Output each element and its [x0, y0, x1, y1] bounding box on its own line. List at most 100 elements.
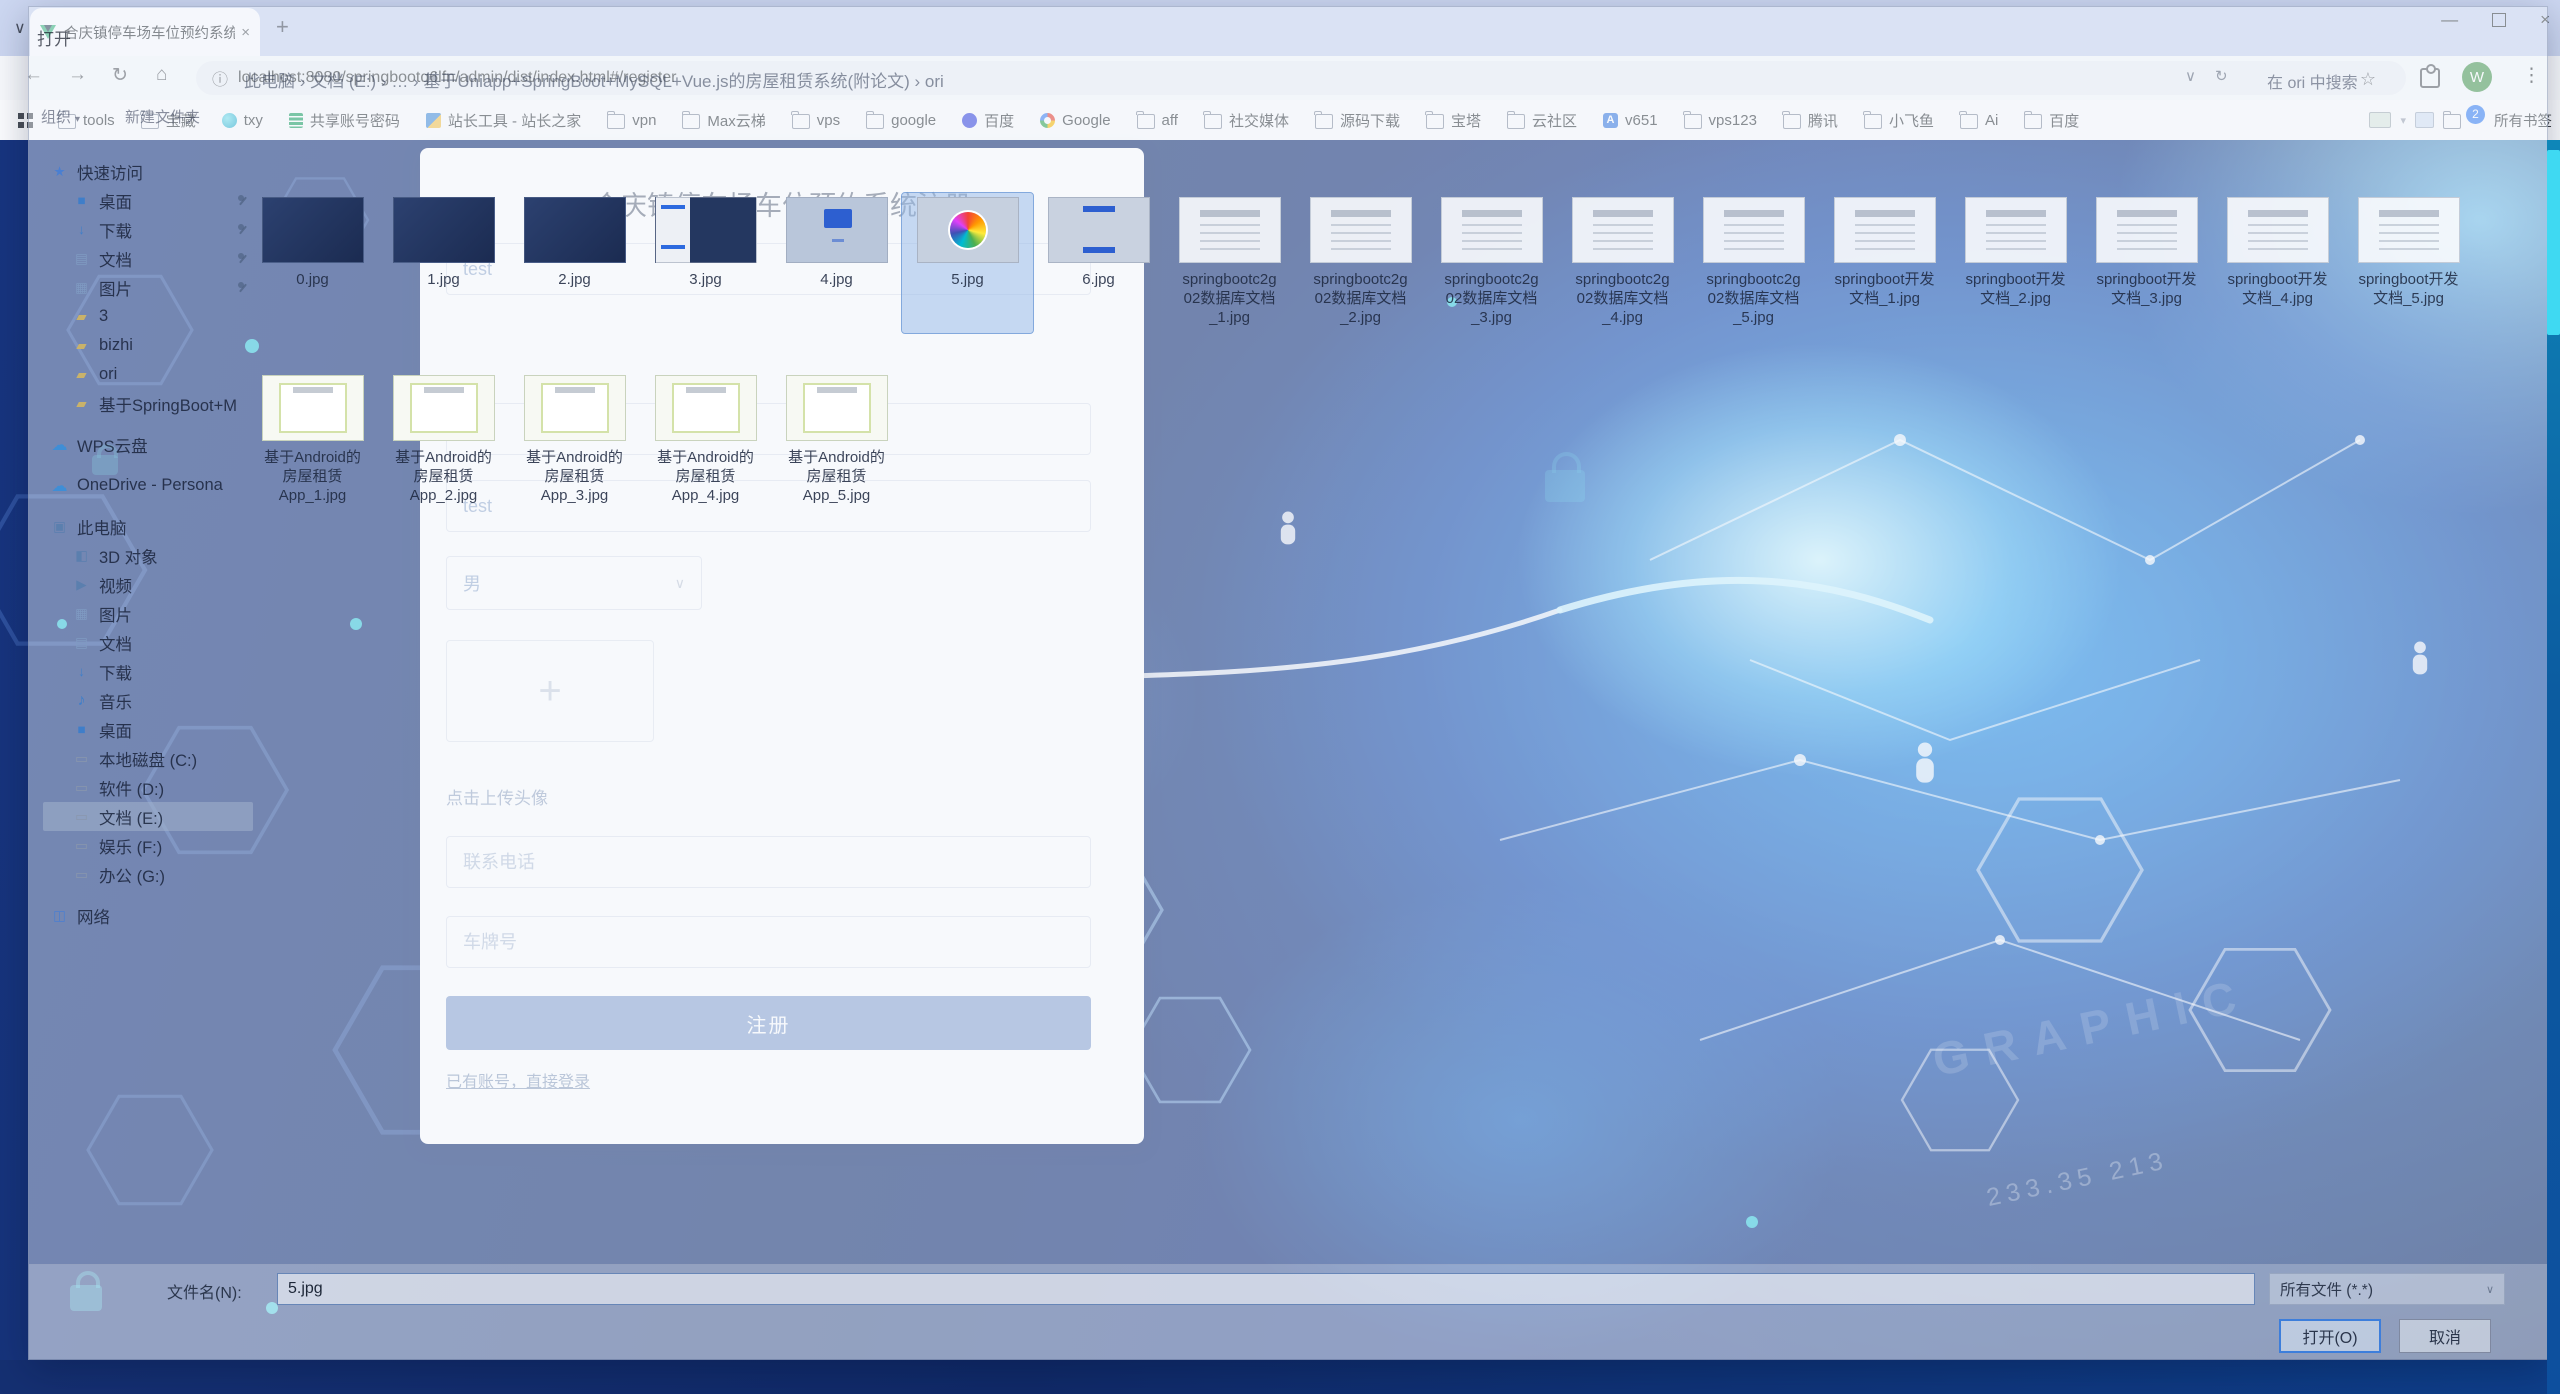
file-thumbnail	[655, 375, 757, 441]
sidebar-item[interactable]: 3D 对象	[43, 541, 253, 570]
file-item[interactable]: 5.jpg	[902, 193, 1033, 333]
new-folder-button[interactable]: 新建文件夹	[125, 106, 200, 127]
sidebar-item-label: 音乐	[99, 689, 132, 713]
file-item[interactable]: springboot开发 文档_2.jpg	[1950, 193, 2081, 333]
sidebar-item[interactable]: 网络	[43, 901, 253, 930]
file-item[interactable]: 基于Android的 房屋租赁 App_3.jpg	[509, 371, 640, 511]
file-name: 6.jpg	[1033, 270, 1164, 289]
sidebar-item[interactable]: 下载	[43, 657, 253, 686]
file-item[interactable]: springboot开发 文档_1.jpg	[1819, 193, 1950, 333]
sidebar-item-icon	[71, 396, 92, 412]
sidebar-item[interactable]: 基于SpringBoot+M	[43, 389, 253, 418]
dialog-search-box[interactable]: 在 ori 中搜索	[2267, 69, 2358, 93]
file-name: springboot开发 文档_3.jpg	[2081, 270, 2212, 308]
file-name: springboot开发 文档_1.jpg	[1819, 270, 1950, 308]
filename-label: 文件名(N):	[167, 1279, 242, 1303]
file-item[interactable]: 4.jpg	[771, 193, 902, 333]
file-item[interactable]: 基于Android的 房屋租赁 App_1.jpg	[247, 371, 378, 511]
file-item[interactable]: 基于Android的 房屋租赁 App_5.jpg	[771, 371, 902, 511]
file-name: 0.jpg	[247, 270, 378, 289]
file-thumbnail	[262, 197, 364, 263]
filetype-value: 所有文件 (*.*)	[2280, 1278, 2373, 1300]
sidebar-item-icon	[49, 476, 70, 496]
open-button[interactable]: 打开(O)	[2279, 1319, 2381, 1353]
sidebar-item[interactable]: 本地磁盘 (C:)	[43, 744, 253, 773]
file-thumbnail	[917, 197, 1019, 263]
file-item[interactable]: 1.jpg	[378, 193, 509, 333]
sidebar-item[interactable]: 文档 (E:)	[43, 802, 253, 831]
file-item[interactable]: 2.jpg	[509, 193, 640, 333]
sidebar-item-icon	[71, 309, 92, 325]
sidebar-item[interactable]: 3	[43, 302, 253, 331]
sidebar-item[interactable]: 图片	[43, 599, 253, 628]
sidebar-item-icon	[71, 809, 92, 825]
file-name: springbootc2g 02数据库文档 _2.jpg	[1295, 270, 1426, 327]
sidebar-item-icon	[49, 519, 70, 535]
sidebar-item[interactable]: OneDrive - Persona	[43, 471, 253, 500]
sidebar-item-label: 快速访问	[77, 160, 143, 184]
file-name: 2.jpg	[509, 270, 640, 289]
sidebar-item[interactable]: 文档	[43, 628, 253, 657]
sidebar-item-icon	[49, 908, 70, 924]
file-item[interactable]: springboot开发 文档_4.jpg	[2212, 193, 2343, 333]
file-name: 基于Android的 房屋租赁 App_4.jpg	[640, 448, 771, 505]
file-item[interactable]: 0.jpg	[247, 193, 378, 333]
sidebar-item-icon	[71, 577, 92, 593]
file-item[interactable]: springboot开发 文档_3.jpg	[2081, 193, 2212, 333]
file-item[interactable]: springbootc2g 02数据库文档 _2.jpg	[1295, 193, 1426, 333]
sidebar-item[interactable]: 桌面	[43, 715, 253, 744]
file-item[interactable]: springbootc2g 02数据库文档 _3.jpg	[1426, 193, 1557, 333]
sidebar-item[interactable]: 娱乐 (F:)	[43, 831, 253, 860]
scrollbar-thumb[interactable]	[2547, 150, 2560, 335]
file-thumbnail	[2358, 197, 2460, 263]
sidebar-item[interactable]: 快速访问	[43, 157, 253, 186]
file-item[interactable]: springbootc2g 02数据库文档 _1.jpg	[1164, 193, 1295, 333]
dialog-title: 打开	[37, 25, 71, 50]
sidebar-item-icon	[71, 338, 92, 354]
file-name: springboot开发 文档_4.jpg	[2212, 270, 2343, 308]
file-name: 5.jpg	[902, 270, 1033, 289]
sidebar-item[interactable]: WPS云盘	[43, 430, 253, 459]
sidebar-item[interactable]: 音乐	[43, 686, 253, 715]
sidebar-item[interactable]: 办公 (G:)	[43, 860, 253, 889]
sidebar-item[interactable]: 文档	[43, 244, 253, 273]
file-item[interactable]: springbootc2g 02数据库文档 _5.jpg	[1688, 193, 1819, 333]
file-thumbnail	[393, 375, 495, 441]
breadcrumb[interactable]: 此电脑 › 文档 (E:) › … › 基于Uniapp+SpringBoot+…	[244, 67, 944, 92]
file-thumbnail	[1572, 197, 1674, 263]
sidebar-item-label: 办公 (G:)	[99, 863, 165, 887]
file-item[interactable]: 3.jpg	[640, 193, 771, 333]
sidebar-item[interactable]: 视频	[43, 570, 253, 599]
file-thumbnail	[262, 375, 364, 441]
cancel-button[interactable]: 取消	[2399, 1319, 2491, 1353]
sidebar-item-icon	[71, 751, 92, 767]
file-item[interactable]: 基于Android的 房屋租赁 App_2.jpg	[378, 371, 509, 511]
file-thumbnail	[524, 375, 626, 441]
sidebar-item[interactable]: 此电脑	[43, 512, 253, 541]
file-thumbnail	[1965, 197, 2067, 263]
tab-search-chevron-icon[interactable]: ∨	[14, 18, 26, 38]
filetype-select[interactable]: 所有文件 (*.*) ∨	[2269, 1273, 2505, 1305]
sidebar-item-icon	[71, 838, 92, 854]
sidebar-item-label: 文档	[99, 247, 132, 271]
file-name: 基于Android的 房屋租赁 App_1.jpg	[247, 448, 378, 505]
sidebar-item[interactable]: bizhi	[43, 331, 253, 360]
sidebar-item[interactable]: 桌面	[43, 186, 253, 215]
file-item[interactable]: springbootc2g 02数据库文档 _4.jpg	[1557, 193, 1688, 333]
page-scrollbar[interactable]	[2547, 140, 2560, 1394]
organize-menu[interactable]: 组织▾	[41, 106, 80, 127]
sidebar-item-icon	[49, 435, 70, 455]
sidebar-item-label: 图片	[99, 276, 132, 300]
file-name: springbootc2g 02数据库文档 _4.jpg	[1557, 270, 1688, 327]
file-item[interactable]: springboot开发 文档_5.jpg	[2343, 193, 2474, 333]
file-item[interactable]: 6.jpg	[1033, 193, 1164, 333]
file-name: springbootc2g 02数据库文档 _3.jpg	[1426, 270, 1557, 327]
sidebar-item[interactable]: 软件 (D:)	[43, 773, 253, 802]
sidebar-item[interactable]: 下载	[43, 215, 253, 244]
sidebar-item[interactable]: 图片	[43, 273, 253, 302]
sidebar-item[interactable]: ori	[43, 360, 253, 389]
filename-input[interactable]	[277, 1273, 2255, 1305]
file-thumbnail	[1179, 197, 1281, 263]
sidebar-item-icon	[71, 867, 92, 883]
file-item[interactable]: 基于Android的 房屋租赁 App_4.jpg	[640, 371, 771, 511]
